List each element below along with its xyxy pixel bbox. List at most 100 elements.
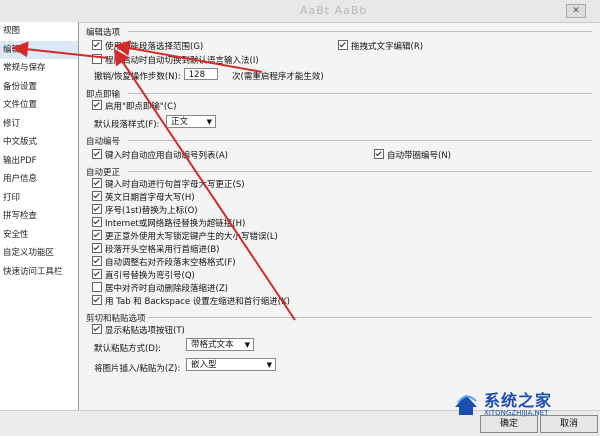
sidebar-item-spell-check[interactable]: 拼写检查	[0, 207, 78, 226]
autocorrect-option[interactable]: 直引号替换为弯引号(Q)	[92, 269, 195, 281]
group-title: 自动编号	[86, 137, 121, 147]
default-paste-select[interactable]: 带格式文本 ▼	[186, 338, 254, 351]
smart-select-option[interactable]: 使用智能段落选择范围(G)	[92, 40, 203, 52]
sidebar-item-file-location[interactable]: 文件位置	[0, 96, 78, 115]
group-title: 编辑选项	[86, 28, 121, 38]
select-value: 正文	[171, 117, 189, 127]
autocorrect-option[interactable]: 更正意外使用大写锁定键产生的大小写错误(L)	[92, 230, 278, 242]
undo-steps-label: 撤销/恢复操作步数(N):	[94, 72, 181, 82]
option-label: 更正意外使用大写锁定键产生的大小写错误(L)	[105, 232, 278, 242]
picture-paste-select[interactable]: 嵌入型 ▼	[186, 358, 276, 371]
group-cut-paste: 剪切和粘贴选项 显示粘贴选项按钮(T) 默认粘贴方式(D): 带格式文本 ▼ 将图…	[86, 312, 592, 382]
checkbox[interactable]	[374, 149, 384, 159]
checkbox[interactable]	[92, 178, 102, 188]
sidebar-item-edit[interactable]: 编辑	[0, 40, 78, 59]
checkbox[interactable]	[92, 243, 102, 253]
option-label: 英文日期首字母大写(H)	[105, 193, 195, 203]
autocorrect-option[interactable]: 居中对齐时自动删除段落缩进(Z)	[92, 282, 228, 294]
option-label: 用 Tab 和 Backspace 设置左缩进和首行缩进(K)	[105, 297, 290, 307]
watermark-name: 系统之家	[484, 391, 553, 410]
sidebar-item-backup[interactable]: 备份设置	[0, 78, 78, 97]
sidebar-item-print[interactable]: 打印	[0, 189, 78, 208]
group-auto-correct: 自动更正 键入时自动进行句首字母大写更正(S) 英文日期首字母大写(H) 序号(…	[86, 166, 592, 311]
dropdown-arrow-icon: ▼	[244, 341, 250, 349]
default-paste-label: 默认粘贴方式(D):	[94, 344, 162, 354]
option-label: 拖拽式文字编辑(R)	[351, 42, 424, 52]
autocorrect-option[interactable]: 英文日期首字母大写(H)	[92, 191, 195, 203]
checkbox[interactable]	[92, 149, 102, 159]
checkbox[interactable]	[92, 324, 102, 334]
checkbox[interactable]	[92, 217, 102, 227]
circle-number-option[interactable]: 自动带圈编号(N)	[374, 149, 451, 161]
drag-text-option[interactable]: 拖拽式文字编辑(R)	[338, 40, 423, 52]
option-label: Internet或网络路径替换为超链接(H)	[105, 219, 246, 229]
group-click-and-type: 即点即输 启用"即点即输"(C) 默认段落样式(F): 正文 ▼	[86, 88, 592, 132]
watermark-url: XITONGZHIJIA.NET	[484, 409, 549, 417]
dropdown-arrow-icon: ▼	[206, 118, 212, 126]
checkbox[interactable]	[92, 230, 102, 240]
option-label: 使用智能段落选择范围(G)	[105, 42, 204, 52]
default-style-label: 默认段落样式(F):	[94, 120, 160, 130]
checkbox[interactable]	[92, 204, 102, 214]
sidebar-item-general-save[interactable]: 常规与保存	[0, 59, 78, 78]
group-title: 即点即输	[86, 90, 121, 100]
checkbox[interactable]	[92, 54, 102, 64]
option-label: 居中对齐时自动删除段落缩进(Z)	[105, 284, 228, 294]
checkbox[interactable]	[338, 40, 348, 50]
autocorrect-option[interactable]: 段落开头空格采用行首缩进(B)	[92, 243, 219, 255]
checkbox[interactable]	[92, 191, 102, 201]
undo-steps-value: 128	[188, 70, 205, 80]
option-label: 程序启动时自动切换到默认语言输入法(I)	[105, 56, 259, 66]
checkbox[interactable]	[92, 295, 102, 305]
blurred-style-gallery: AaBt AaBb	[300, 4, 368, 17]
checkbox[interactable]	[92, 269, 102, 279]
default-style-select[interactable]: 正文 ▼	[166, 115, 216, 128]
option-label: 直引号替换为弯引号(Q)	[105, 271, 195, 281]
autocorrect-option[interactable]: 自动调整右对齐段落末空格格式(F)	[92, 256, 236, 268]
undo-steps-stepper[interactable]: 128	[184, 68, 218, 80]
sidebar-item-chinese-layout[interactable]: 中文版式	[0, 133, 78, 152]
show-paste-button-option[interactable]: 显示粘贴选项按钮(T)	[92, 324, 185, 336]
option-label: 键入时自动进行句首字母大写更正(S)	[105, 180, 245, 190]
sidebar-item-user-info[interactable]: 用户信息	[0, 170, 78, 189]
divider	[128, 140, 592, 141]
autocorrect-option[interactable]: 键入时自动进行句首字母大写更正(S)	[92, 178, 245, 190]
sidebar-item-export-pdf[interactable]: 输出PDF	[0, 152, 78, 171]
dropdown-arrow-icon: ▼	[266, 361, 272, 369]
divider	[128, 171, 592, 172]
title-bar: AaBt AaBb ✕	[0, 0, 600, 23]
divider	[128, 31, 592, 32]
picture-paste-label: 将图片插入/粘贴为(Z):	[94, 364, 181, 374]
option-label: 启用"即点即输"(C)	[105, 102, 177, 112]
sidebar-item-view[interactable]: 视图	[0, 22, 78, 41]
checkbox[interactable]	[92, 282, 102, 292]
undo-steps-suffix: 次(需重启程序才能生效)	[232, 72, 324, 82]
close-button[interactable]: ✕	[566, 4, 586, 18]
watermark: 系统之家 XITONGZHIJIA.NET	[452, 385, 592, 425]
options-content: 编辑选项 使用智能段落选择范围(G) 拖拽式文字编辑(R) 程序启动时自动切换到…	[82, 24, 594, 412]
autocorrect-option[interactable]: 用 Tab 和 Backspace 设置左缩进和首行缩进(K)	[92, 295, 290, 307]
autocorrect-option[interactable]: 序号(1st)替换为上标(O)	[92, 204, 198, 216]
option-label: 段落开头空格采用行首缩进(B)	[105, 245, 220, 255]
group-title: 剪切和粘贴选项	[86, 314, 146, 324]
checkbox[interactable]	[92, 100, 102, 110]
click-type-option[interactable]: 启用"即点即输"(C)	[92, 100, 176, 112]
sidebar-item-security[interactable]: 安全性	[0, 226, 78, 245]
group-edit-options: 编辑选项 使用智能段落选择范围(G) 拖拽式文字编辑(R) 程序启动时自动切换到…	[86, 26, 592, 86]
autocorrect-option[interactable]: Internet或网络路径替换为超链接(H)	[92, 217, 245, 229]
auto-list-option[interactable]: 键入时自动应用自动编号列表(A)	[92, 149, 228, 161]
sidebar-item-revision[interactable]: 修订	[0, 115, 78, 134]
divider	[128, 93, 592, 94]
option-label: 自动调整右对齐段落末空格格式(F)	[105, 258, 236, 268]
option-label: 自动带圈编号(N)	[387, 151, 451, 161]
checkbox[interactable]	[92, 256, 102, 266]
checkbox[interactable]	[92, 40, 102, 50]
group-auto-numbering: 自动编号 键入时自动应用自动编号列表(A) 自动带圈编号(N)	[86, 135, 592, 165]
group-title: 自动更正	[86, 168, 121, 178]
options-sidebar: 视图 编辑 常规与保存 备份设置 文件位置 修订 中文版式 输出PDF 用户信息…	[0, 22, 79, 410]
auto-ime-option[interactable]: 程序启动时自动切换到默认语言输入法(I)	[92, 54, 259, 66]
option-label: 序号(1st)替换为上标(O)	[105, 206, 198, 216]
divider	[148, 317, 592, 318]
sidebar-item-quick-access[interactable]: 快速访问工具栏	[0, 263, 78, 282]
sidebar-item-customize-ribbon[interactable]: 自定义功能区	[0, 244, 78, 263]
